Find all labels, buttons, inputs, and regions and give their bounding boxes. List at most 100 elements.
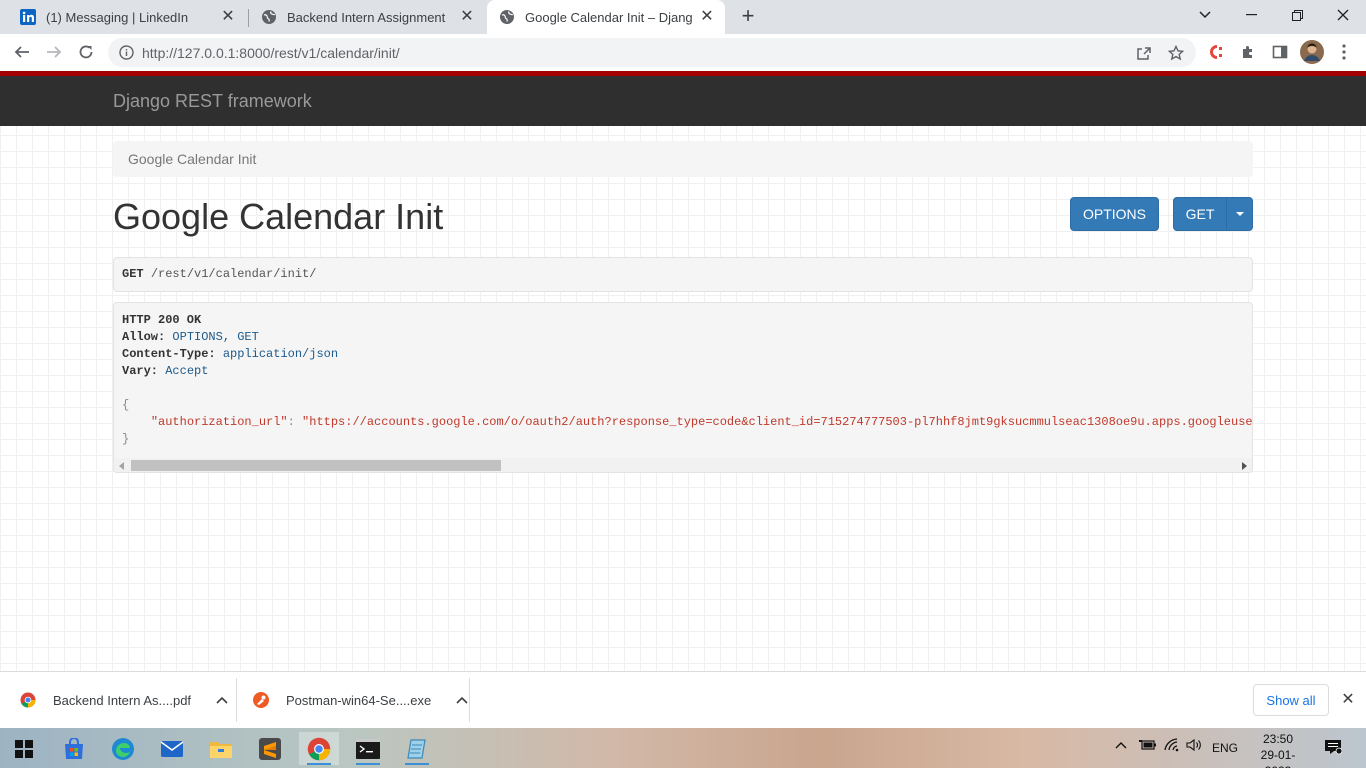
notepad-icon (407, 738, 426, 759)
tab-title: Backend Intern Assignment (287, 9, 446, 25)
url-text: http://127.0.0.1:8000/rest/v1/calendar/i… (142, 45, 400, 61)
header-value: OPTIONS, GET (172, 330, 259, 344)
page-content: Django REST framework Google Calendar In… (0, 71, 1366, 671)
request-path: /rest/v1/calendar/init/ (150, 267, 317, 281)
close-shelf-icon[interactable]: ✕ (1338, 690, 1358, 710)
minimize-icon (1245, 14, 1257, 16)
options-button[interactable]: OPTIONS (1070, 197, 1159, 231)
restore-button[interactable] (1274, 0, 1320, 30)
close-icon[interactable]: ✕ (699, 9, 715, 25)
volume-icon[interactable] (1186, 738, 1202, 755)
download-filename: Backend Intern As....pdf (53, 692, 192, 708)
response-status: HTTP 200 OK (122, 313, 202, 327)
arrow-left-icon (14, 46, 29, 58)
new-tab-button[interactable]: + (736, 5, 760, 29)
mail-icon (160, 740, 184, 757)
close-window-button[interactable] (1320, 0, 1366, 30)
minimize-button[interactable] (1228, 0, 1274, 30)
taskbar-edge[interactable] (103, 732, 143, 765)
address-bar[interactable]: http://127.0.0.1:8000/rest/v1/calendar/i… (108, 38, 1196, 67)
forward-button[interactable] (40, 38, 68, 66)
browser-tab-strip: (1) Messaging | LinkedIn ✕ Backend Inter… (0, 0, 1366, 34)
tab-title: (1) Messaging | LinkedIn (46, 9, 189, 25)
page-title: Google Calendar Init (113, 196, 444, 237)
taskbar-file-explorer[interactable] (201, 732, 241, 765)
clock[interactable]: 23:50 29-01-2023 (1248, 731, 1308, 768)
get-button[interactable]: GET (1173, 197, 1227, 231)
chevron-up-icon[interactable] (455, 693, 469, 707)
download-divider (469, 678, 470, 722)
reload-button[interactable] (72, 38, 100, 66)
show-hidden-icons[interactable] (1115, 738, 1127, 752)
close-icon[interactable]: ✕ (220, 9, 236, 25)
restore-icon (1291, 9, 1303, 21)
taskbar-command-prompt[interactable] (348, 732, 388, 765)
scroll-left-icon[interactable] (119, 462, 124, 470)
response-info: HTTP 200 OK Allow: OPTIONS, GET Content-… (113, 302, 1253, 473)
more-vertical-icon (1342, 44, 1346, 60)
tab-linkedin[interactable]: (1) Messaging | LinkedIn ✕ (8, 0, 246, 34)
linkedin-icon (20, 9, 36, 25)
breadcrumb-item[interactable]: Google Calendar Init (128, 151, 256, 167)
get-format-dropdown[interactable] (1226, 197, 1253, 231)
header-name: Vary: (122, 364, 159, 378)
response-pre: HTTP 200 OK Allow: OPTIONS, GET Content-… (122, 312, 1253, 448)
share-icon[interactable] (1134, 43, 1154, 63)
side-panel-button[interactable] (1266, 38, 1294, 66)
browser-toolbar: http://127.0.0.1:8000/rest/v1/calendar/i… (0, 34, 1366, 71)
sublime-text-icon (259, 737, 281, 760)
download-item-pdf[interactable]: Backend Intern As....pdf (20, 672, 229, 728)
start-button[interactable] (4, 732, 44, 765)
folder-icon (210, 741, 232, 758)
battery-icon[interactable] (1139, 738, 1157, 755)
drf-brand-link[interactable]: Django REST framework (113, 91, 312, 112)
header-value: application/json (222, 347, 339, 361)
taskbar-sublime-text[interactable] (250, 732, 290, 765)
bookmark-star-icon[interactable] (1166, 43, 1186, 63)
wifi-icon[interactable] (1164, 738, 1180, 755)
chrome-icon (307, 737, 331, 760)
header-name: Content-Type: (122, 347, 216, 361)
chrome-icon (20, 692, 36, 708)
breadcrumb: Google Calendar Init (113, 141, 1253, 177)
header-value: Accept (165, 364, 209, 378)
close-icon[interactable]: ✕ (459, 9, 475, 25)
extensions-button[interactable] (1234, 38, 1262, 66)
clock-time: 23:50 (1262, 732, 1294, 746)
profile-avatar[interactable] (1298, 38, 1326, 66)
json-value: "https://accounts.google.com/o/oauth2/au… (302, 415, 1253, 429)
extension-button[interactable] (1202, 38, 1230, 66)
avatar-icon (1300, 40, 1324, 64)
horizontal-scrollbar[interactable] (114, 458, 1252, 472)
notifications-icon[interactable] (1324, 739, 1343, 758)
taskbar-chrome[interactable] (299, 732, 339, 765)
info-icon (119, 45, 134, 60)
tab-backend-intern[interactable]: Backend Intern Assignment ✕ (249, 0, 485, 34)
windows-logo-icon (15, 739, 33, 758)
tab-google-calendar-init[interactable]: Google Calendar Init – Django RE ✕ (487, 0, 725, 34)
taskbar-app[interactable] (397, 732, 437, 765)
language-indicator[interactable]: ENG (1212, 741, 1238, 755)
download-item-exe[interactable]: Postman-win64-Se....exe (253, 672, 469, 728)
scroll-right-icon[interactable] (1242, 462, 1247, 470)
chevron-up-icon[interactable] (215, 693, 229, 707)
header-name: Allow: (122, 330, 166, 344)
scrollbar-thumb[interactable] (131, 460, 501, 471)
caret-down-icon (1235, 212, 1244, 216)
back-button[interactable] (8, 38, 36, 66)
windows-taskbar: ENG 23:50 29-01-2023 (0, 728, 1366, 768)
json-open-brace: { (122, 398, 130, 412)
request-method: GET (122, 267, 144, 281)
store-icon (65, 737, 83, 759)
taskbar-mail[interactable] (152, 732, 192, 765)
postman-icon (253, 692, 269, 708)
tab-search-button[interactable] (1182, 0, 1228, 30)
edge-icon (112, 737, 134, 760)
download-shelf: Backend Intern As....pdf Postman-win64-S… (0, 671, 1366, 728)
show-all-button[interactable]: Show all (1253, 684, 1329, 716)
globe-icon (261, 9, 277, 25)
taskbar-store[interactable] (54, 732, 94, 765)
terminal-icon (356, 738, 380, 759)
side-panel-icon (1272, 45, 1288, 59)
chrome-menu-button[interactable] (1330, 38, 1358, 66)
